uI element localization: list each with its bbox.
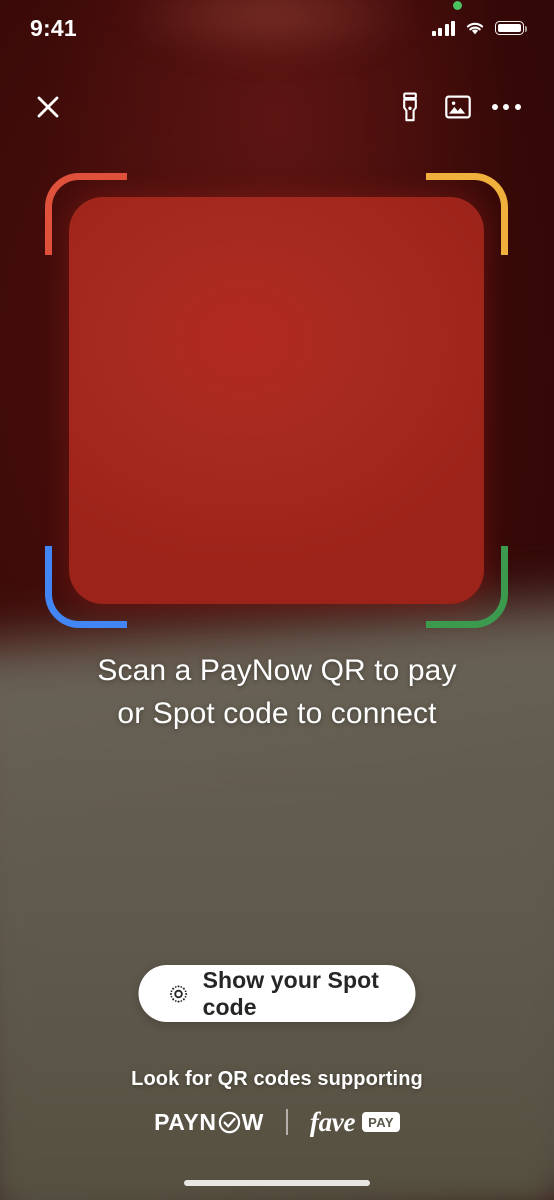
scan-instruction-line-2: or Spot code to connect [117, 696, 437, 730]
wifi-icon [466, 22, 484, 35]
viewfinder-corner-bottom-right [426, 546, 508, 628]
qr-viewfinder-window [69, 197, 484, 604]
scan-instruction: Scan a PayNow QR to pay or Spot code to … [0, 650, 554, 735]
favepay-logo: fave PAY [310, 1107, 400, 1138]
footer-note: Look for QR codes supporting [131, 1068, 423, 1090]
paynow-logo-text-before: PAYN [154, 1108, 217, 1135]
status-bar-clock: 9:41 [30, 14, 77, 41]
battery-full-icon [495, 21, 527, 35]
qr-scanner-screen: 9:41 Scan a PayNow QR to pay or Spot cod… [0, 0, 554, 1200]
footer: Look for QR codes supporting PAYN W fave… [0, 1068, 554, 1138]
paynow-logo: PAYN W [154, 1109, 264, 1136]
show-spot-code-label: Show your Spot code [202, 966, 380, 1020]
status-bar: 9:41 [0, 0, 554, 56]
spot-beacon-icon [169, 984, 188, 1003]
fave-wordmark: fave [309, 1106, 356, 1137]
pay-badge: PAY [362, 1111, 400, 1133]
top-toolbar [0, 82, 554, 132]
paynow-logo-text-after: W [241, 1108, 264, 1135]
more-options-button[interactable] [482, 83, 530, 131]
home-indicator[interactable] [184, 1180, 370, 1186]
status-bar-icons [431, 1, 527, 36]
scan-instruction-line-1: Scan a PayNow QR to pay [97, 654, 457, 687]
supported-logos: PAYN W fave PAY [0, 1106, 554, 1138]
flashlight-button[interactable] [386, 83, 434, 131]
qr-viewfinder [45, 173, 508, 628]
viewfinder-corner-top-right [426, 173, 508, 255]
close-button[interactable] [24, 83, 72, 131]
gallery-button[interactable] [434, 83, 482, 131]
image-gallery-icon [445, 95, 471, 119]
cellular-signal-icon [431, 20, 455, 36]
camera-in-use-dot-icon [453, 1, 462, 10]
close-x-icon [37, 96, 59, 118]
logo-divider [285, 1109, 288, 1135]
viewfinder-corner-top-left [45, 173, 127, 255]
check-circle-icon [218, 1111, 240, 1133]
flashlight-icon [403, 92, 417, 122]
show-spot-code-button[interactable]: Show your Spot code [138, 965, 416, 1022]
more-options-icon [491, 104, 521, 110]
viewfinder-corner-bottom-left [45, 546, 127, 628]
